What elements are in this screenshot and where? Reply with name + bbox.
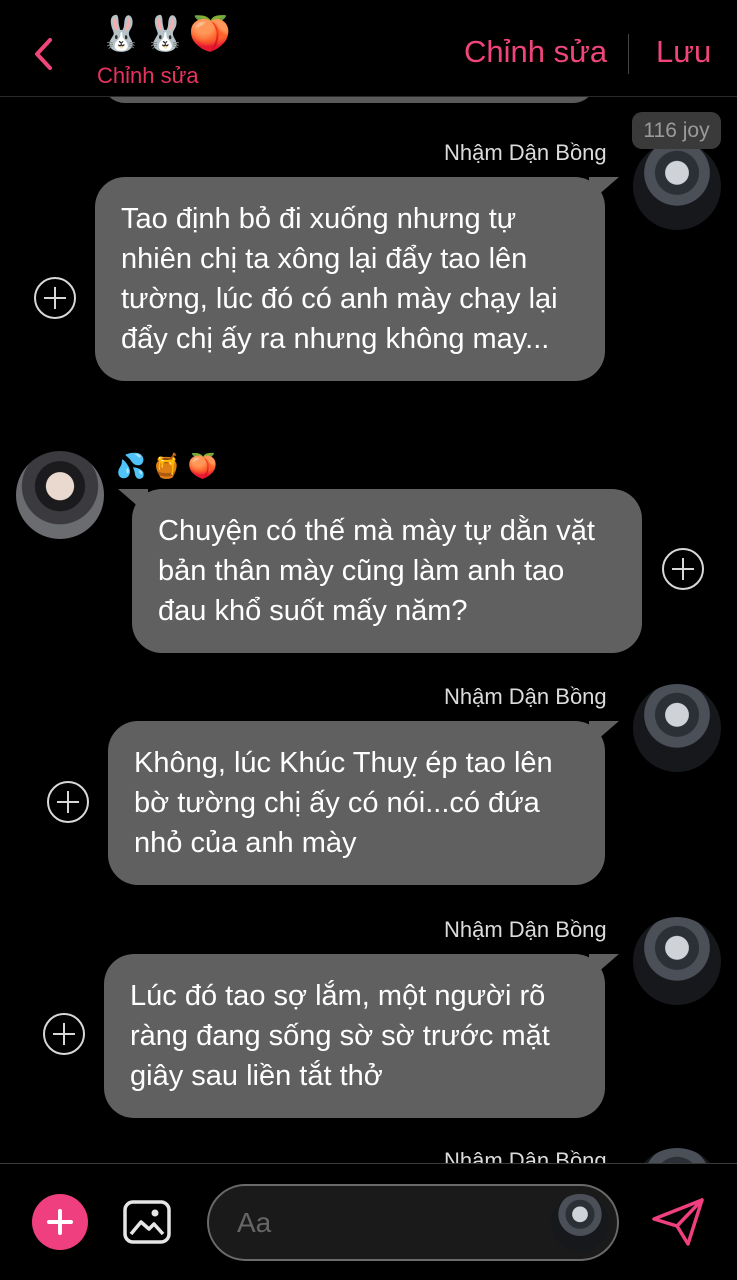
message-input-wrapper[interactable] bbox=[207, 1184, 619, 1261]
add-button[interactable] bbox=[32, 1194, 88, 1250]
sender-name: Nhậm Dận Bồng bbox=[444, 917, 607, 942]
avatar[interactable] bbox=[551, 1194, 609, 1252]
chat-emoji-title[interactable]: 🐰🐰🍑 bbox=[100, 14, 233, 54]
sender-name: Nhậm Dận Bồng bbox=[444, 1148, 607, 1163]
avatar[interactable] bbox=[633, 684, 721, 772]
message-bubble[interactable]: Lúc đó tao sợ lắm, một người rõ ràng đan… bbox=[104, 954, 605, 1118]
image-icon bbox=[123, 1200, 171, 1244]
message-action-plus-icon[interactable] bbox=[662, 548, 704, 590]
message-composer bbox=[0, 1163, 737, 1280]
send-button[interactable] bbox=[650, 1196, 706, 1248]
sender-name: Nhậm Dận Bồng bbox=[444, 684, 607, 709]
message-reactions[interactable]: 💦🍯🍑 bbox=[116, 452, 224, 480]
joy-badge: 116 joy bbox=[632, 112, 721, 149]
message-action-plus-icon[interactable] bbox=[43, 1013, 85, 1055]
avatar[interactable] bbox=[633, 142, 721, 230]
message-action-plus-icon[interactable] bbox=[47, 781, 89, 823]
previous-message-bubble[interactable] bbox=[102, 97, 596, 103]
back-button[interactable] bbox=[28, 34, 60, 74]
message-bubble[interactable]: Chuyện có thế mà mày tự dằn vặt bản thân… bbox=[132, 489, 642, 653]
header-divider bbox=[628, 34, 629, 74]
avatar[interactable] bbox=[633, 1148, 721, 1163]
chat-header: 🐰🐰🍑 Chỉnh sửa Chỉnh sửa Lưu bbox=[0, 0, 737, 97]
message-action-plus-icon[interactable] bbox=[34, 277, 76, 319]
message-list[interactable]: 116 joy Nhậm Dận Bồng Tao định bỏ đi xuố… bbox=[0, 97, 737, 1163]
avatar[interactable] bbox=[16, 451, 104, 539]
send-icon bbox=[652, 1198, 704, 1246]
sender-name: Nhậm Dận Bồng bbox=[444, 140, 607, 165]
save-button[interactable]: Lưu bbox=[656, 34, 711, 70]
message-input[interactable] bbox=[237, 1202, 537, 1244]
chat-name[interactable]: Chỉnh sửa bbox=[97, 63, 199, 89]
avatar[interactable] bbox=[633, 917, 721, 1005]
chevron-left-icon bbox=[35, 38, 52, 70]
message-bubble[interactable]: Không, lúc Khúc Thuỵ ép tao lên bờ tường… bbox=[108, 721, 605, 885]
message-bubble[interactable]: Tao định bỏ đi xuống nhưng tự nhiên chị … bbox=[95, 177, 605, 381]
image-button[interactable] bbox=[122, 1197, 172, 1247]
edit-button[interactable]: Chỉnh sửa bbox=[464, 34, 607, 70]
